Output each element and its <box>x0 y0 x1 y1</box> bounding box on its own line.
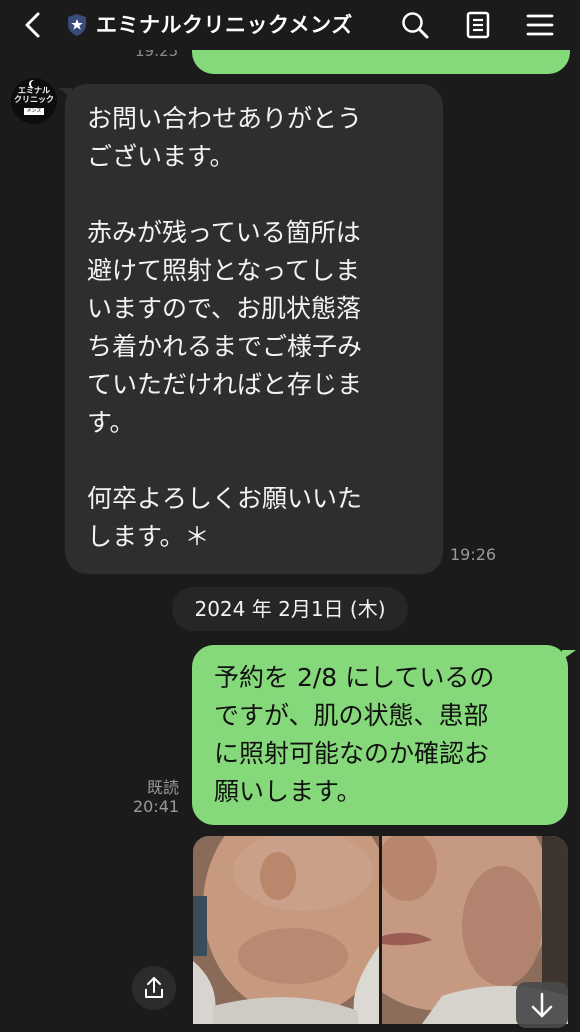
outgoing-message-time: 20:41 <box>133 797 180 816</box>
incoming-message-time: 19:26 <box>450 545 497 564</box>
share-icon <box>145 977 163 998</box>
clinic-avatar[interactable]: エミナル クリニック メンズ <box>11 78 57 124</box>
search-icon[interactable] <box>400 10 430 40</box>
avatar-text-line2: クリニック <box>14 95 54 104</box>
note-icon[interactable] <box>463 10 493 40</box>
shield-star-icon <box>68 14 86 36</box>
menu-icon[interactable] <box>525 10 555 40</box>
incoming-message-text: お問い合わせありがとう ございます。 赤みが残っている箇所は 避けて照射となって… <box>87 104 363 551</box>
read-receipt: 既読 <box>147 778 180 797</box>
chat-title: エミナルクリニックメンズ <box>96 13 353 37</box>
avatar-text-line3: メンズ <box>24 108 44 115</box>
share-button[interactable] <box>132 966 176 1010</box>
scroll-to-bottom-button[interactable] <box>516 982 568 1028</box>
outgoing-message-bubble[interactable]: 予約を 2/8 にしているの ですが、肌の状態、患部 に照射可能なのか確認お 願… <box>192 645 568 825</box>
chat-header: エミナルクリニックメンズ <box>0 0 580 50</box>
avatar-text-line1: エミナル <box>18 86 50 95</box>
face-front-photo[interactable] <box>193 836 379 1024</box>
arrow-down-icon <box>531 992 553 1018</box>
outgoing-message-text: 予約を 2/8 にしているの ですが、肌の状態、患部 に照射可能なのか確認お 願… <box>214 663 495 806</box>
date-separator: 2024 年 2月1日 (木) <box>172 587 408 631</box>
incoming-message-bubble[interactable]: お問い合わせありがとう ございます。 赤みが残っている箇所は 避けて照射となって… <box>65 84 443 574</box>
back-icon[interactable] <box>18 10 48 40</box>
